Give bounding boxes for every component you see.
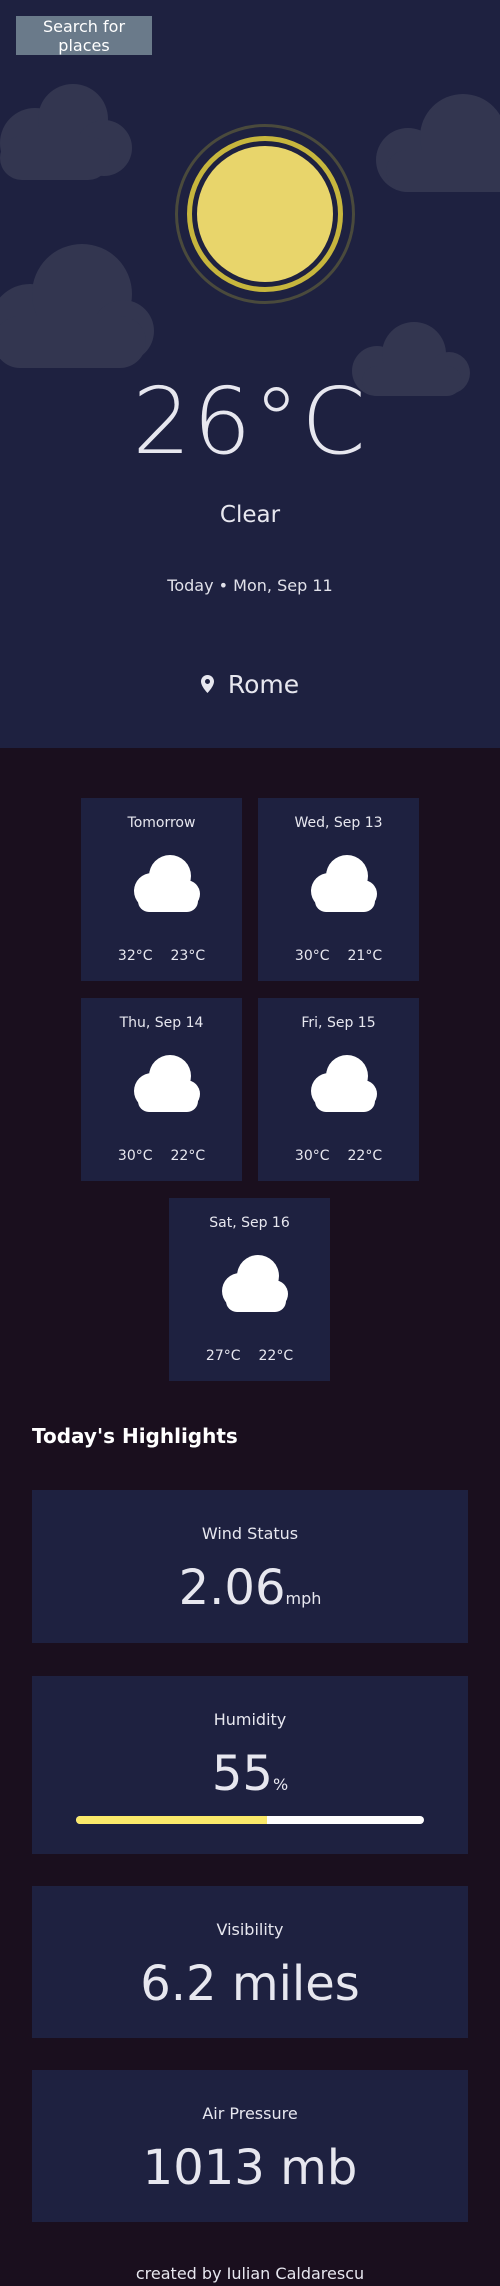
forecast-min: 21°C [347, 948, 383, 964]
forecast-max: 32°C [117, 948, 153, 964]
current-date: Today • Mon, Sep 11 [167, 576, 333, 595]
forecast-max: 30°C [117, 1148, 153, 1164]
background-cloud-icon [0, 84, 132, 180]
forecast-max: 30°C [294, 948, 330, 964]
search-places-button[interactable]: Search for places [16, 16, 152, 55]
humidity-progress-fill [76, 1816, 268, 1824]
visibility-value: 6.2 miles [140, 1956, 360, 2012]
highlights-title: Today's Highlights [32, 1424, 238, 1448]
forecast-card: Sat, Sep 16 27°C 22°C [169, 1198, 330, 1381]
forecast-day: Fri, Sep 15 [301, 1015, 376, 1031]
footer-credit: created by Iulian Caldarescu [135, 2264, 365, 2283]
visibility-label: Visibility [216, 1920, 284, 1939]
humidity-unit: % [272, 1775, 289, 1794]
cloud-icon [222, 1255, 288, 1312]
weather-condition: Clear [219, 502, 281, 528]
sun-icon [175, 124, 355, 304]
forecast-min: 22°C [258, 1348, 294, 1364]
wind-status-label: Wind Status [201, 1524, 299, 1543]
humidity-card: Humidity 55% [32, 1676, 468, 1854]
wind-status-card: Wind Status 2.06mph [32, 1490, 468, 1643]
forecast-card: Thu, Sep 14 30°C 22°C [81, 998, 242, 1181]
air-pressure-label: Air Pressure [202, 2104, 298, 2123]
forecast-max: 27°C [205, 1348, 241, 1364]
wind-status-unit: mph [285, 1589, 322, 1608]
forecast-min: 22°C [347, 1148, 383, 1164]
forecast-card: Fri, Sep 15 30°C 22°C [258, 998, 419, 1181]
forecast-card: Wed, Sep 13 30°C 21°C [258, 798, 419, 981]
current-weather-panel: Search for places 26°C Clear Today • Mon… [0, 0, 500, 748]
forecast-max: 30°C [294, 1148, 330, 1164]
current-temperature: 26°C [132, 368, 368, 475]
air-pressure-card: Air Pressure 1013 mb [32, 2070, 468, 2222]
humidity-value: 55 [211, 1746, 273, 1802]
cloud-icon [311, 1055, 377, 1112]
forecast-day: Thu, Sep 14 [119, 1015, 204, 1031]
forecast-day: Wed, Sep 13 [294, 815, 383, 831]
cloud-icon [134, 1055, 200, 1112]
wind-status-value: 2.06 [178, 1560, 286, 1616]
cloud-icon [311, 855, 377, 912]
background-cloud-icon [0, 244, 154, 368]
background-cloud-icon [376, 94, 500, 192]
forecast-min: 22°C [170, 1148, 206, 1164]
air-pressure-value: 1013 mb [142, 2140, 358, 2196]
forecast-day: Tomorrow [127, 815, 196, 831]
location: Rome [0, 670, 500, 699]
visibility-card: Visibility 6.2 miles [32, 1886, 468, 2038]
forecast-min: 23°C [170, 948, 206, 964]
location-pin-icon [200, 670, 214, 699]
forecast-day: Sat, Sep 16 [209, 1215, 290, 1231]
forecast-card: Tomorrow 32°C 23°C [81, 798, 242, 981]
location-name: Rome [227, 670, 300, 699]
humidity-label: Humidity [213, 1710, 287, 1729]
cloud-icon [134, 855, 200, 912]
humidity-progress-bar [76, 1816, 424, 1824]
